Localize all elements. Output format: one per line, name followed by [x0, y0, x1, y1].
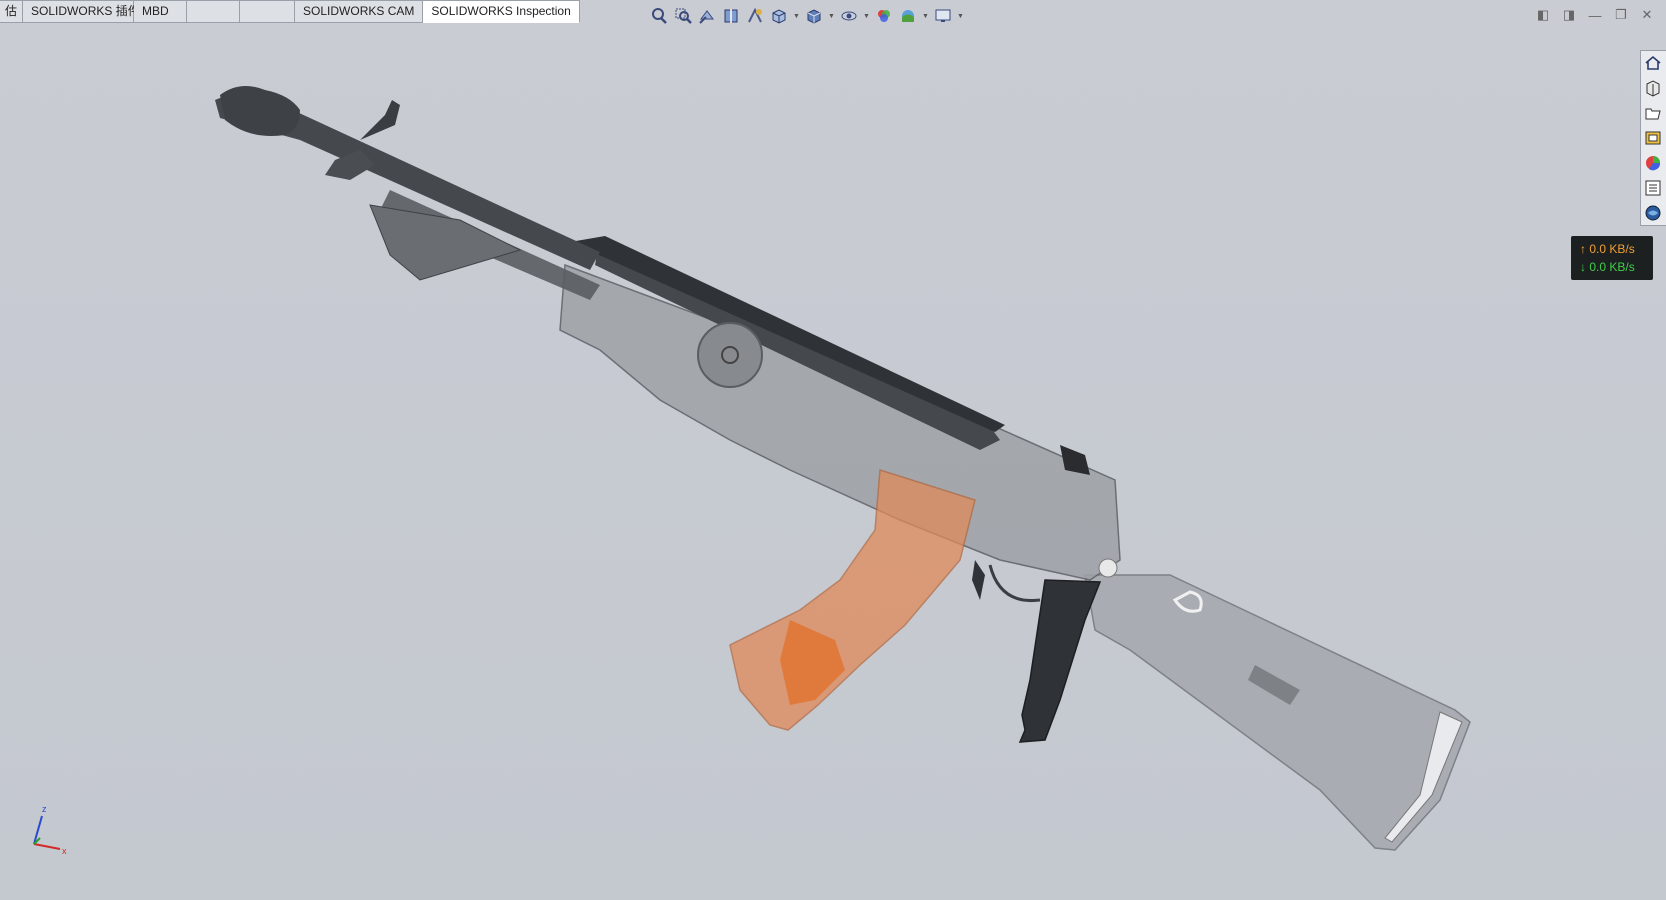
coordinate-triad: z x [33, 804, 67, 856]
z-axis-label: z [42, 804, 47, 814]
x-axis-label: x [62, 846, 67, 856]
stock [1084, 574, 1471, 851]
pistol-grip-and-trigger [972, 558, 1118, 743]
magazine [729, 469, 976, 731]
rifle-3d-model[interactable] [0, 0, 1666, 900]
x-axis [33, 843, 61, 850]
receiver [559, 236, 1121, 581]
barrel-and-gas-tube [215, 86, 600, 300]
